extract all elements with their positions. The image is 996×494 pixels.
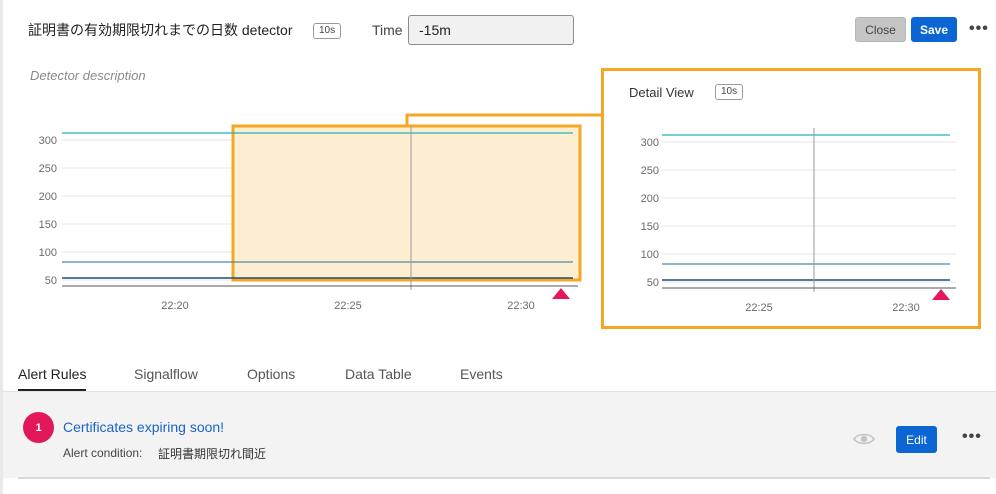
tab-events[interactable]: Events — [460, 366, 503, 382]
y-tick-label: 150 — [39, 219, 57, 231]
resolution-badge: 10s — [313, 23, 342, 39]
detector-description-input[interactable]: Detector description — [30, 68, 146, 83]
x-tick-label: 22:30 — [892, 302, 920, 314]
tab-signalflow[interactable]: Signalflow — [134, 366, 198, 382]
y-tick-label: 150 — [641, 221, 659, 233]
x-tick-label: 22:20 — [161, 300, 189, 312]
y-tick-label: 250 — [39, 163, 57, 175]
detail-resolution-badge: 10s — [715, 84, 744, 100]
close-button[interactable]: Close — [855, 17, 906, 42]
detail-chart[interactable]: 300 250 200 150 100 50 22:25 22:30 — [604, 120, 978, 320]
alert-rule-row — [3, 392, 996, 478]
rule-condition-label: Alert condition: — [63, 446, 143, 460]
alert-rule-divider — [18, 477, 990, 479]
tab-alert-rules[interactable]: Alert Rules — [18, 366, 86, 382]
time-label: Time — [372, 22, 403, 38]
edit-rule-button[interactable]: Edit — [896, 426, 937, 453]
y-tick-label: 100 — [641, 249, 659, 261]
y-tick-label: 300 — [39, 135, 57, 147]
detail-view-title: Detail View — [629, 85, 694, 100]
y-tick-label: 300 — [641, 137, 659, 149]
main-chart-y-axis: 300 250 200 150 100 50 — [39, 135, 57, 287]
active-tab-indicator — [18, 389, 86, 391]
detail-chart-y-axis: 300 250 200 150 100 50 — [641, 137, 659, 289]
tab-options[interactable]: Options — [247, 366, 295, 382]
y-tick-label: 50 — [45, 275, 57, 287]
rule-more-icon[interactable]: ••• — [962, 428, 982, 446]
main-chart-x-axis: 22:20 22:25 22:30 — [161, 300, 535, 312]
y-tick-label: 200 — [641, 193, 659, 205]
main-chart[interactable]: 300 250 200 150 100 50 22:20 22:25 22:30 — [0, 100, 600, 325]
y-tick-label: 200 — [39, 191, 57, 203]
rule-condition-value: 証明書期限切れ間近 — [158, 447, 267, 461]
detail-connector — [405, 113, 603, 126]
y-tick-label: 250 — [641, 165, 659, 177]
more-icon[interactable]: ••• — [969, 20, 989, 38]
x-tick-label: 22:25 — [334, 300, 362, 312]
detail-chart-x-axis: 22:25 22:30 — [745, 302, 920, 314]
tab-data-table[interactable]: Data Table — [345, 366, 412, 382]
save-button[interactable]: Save — [911, 17, 957, 42]
eye-icon[interactable] — [853, 431, 875, 447]
detector-title[interactable]: 証明書の有効期限切れまでの日数 detector — [28, 20, 292, 40]
rule-name-link[interactable]: Certificates expiring soon! — [63, 419, 224, 435]
alert-triangle-icon[interactable] — [552, 288, 570, 299]
time-range-input[interactable] — [408, 15, 574, 45]
time-selection-highlight[interactable] — [231, 124, 582, 282]
x-tick-label: 22:25 — [745, 302, 773, 314]
detail-chart-gridlines — [662, 141, 956, 283]
y-tick-label: 100 — [39, 247, 57, 259]
rule-number-badge: 1 — [23, 412, 54, 443]
x-tick-label: 22:30 — [507, 300, 535, 312]
detail-alert-triangle-icon[interactable] — [932, 289, 950, 300]
y-tick-label: 50 — [647, 277, 659, 289]
